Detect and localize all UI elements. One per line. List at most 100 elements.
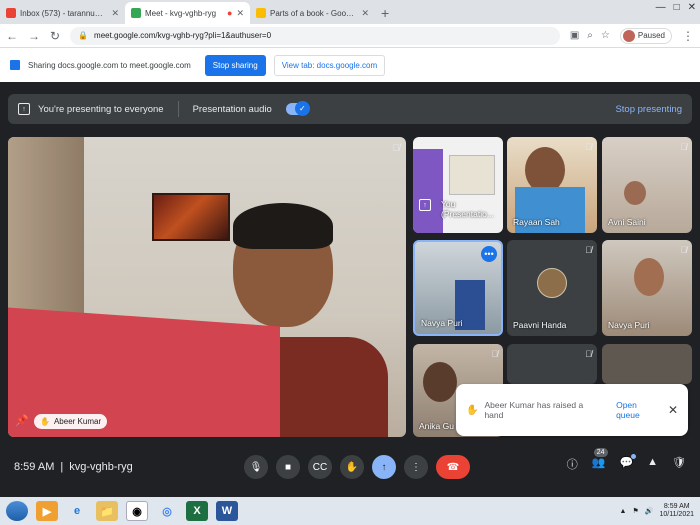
people-icon: 👥 <box>591 457 606 469</box>
presentation-audio-label: Presentation audio <box>192 103 272 115</box>
tray-arrow-icon[interactable]: ▲ <box>620 508 627 515</box>
tab-slides[interactable]: Parts of a book - Google Slid ✕ <box>250 2 375 24</box>
zoom-icon[interactable]: ⌕ <box>587 30 593 41</box>
minimize-icon[interactable]: — <box>656 2 666 13</box>
stop-sharing-button[interactable]: Stop sharing <box>204 54 266 76</box>
chrome-icon[interactable]: ◉ <box>126 501 148 521</box>
mic-off-icon: 🎙̸ <box>680 142 687 152</box>
new-tab-icon[interactable]: + <box>381 5 389 21</box>
browser-tab-strip: Inbox (573) - tarannum@theindi ✕ Meet - … <box>0 0 700 24</box>
present-icon: ↑ <box>18 103 30 115</box>
excel-icon[interactable]: X <box>186 501 208 521</box>
video-tile[interactable]: 🎙̸ <box>507 344 597 384</box>
side-panel-controls: ⓘ 24 👥 💬 ▲ 🛡 <box>567 448 686 472</box>
video-tile[interactable]: 🎙̸ Navya Puri <box>602 240 692 336</box>
microphone-icon[interactable]: 🎙 <box>244 455 268 479</box>
tile-name: Navya Puri <box>421 318 463 328</box>
meet-icon <box>131 8 141 18</box>
raised-hand-notification: ✋ Abeer Kumar has raised a hand Open que… <box>456 384 688 436</box>
meeting-details-icon[interactable]: ⓘ <box>567 456 578 472</box>
captions-icon[interactable]: CC <box>308 455 332 479</box>
close-tab-icon[interactable]: ✕ <box>111 8 119 19</box>
tile-name: Anika Gu <box>419 421 454 431</box>
url-text: meet.google.com/kvg-vghb-ryg?pli=1&authu… <box>94 31 272 40</box>
omnibox[interactable]: 🔒 meet.google.com/kvg-vghb-ryg?pli=1&aut… <box>70 26 560 45</box>
camera-icon[interactable]: ▣ <box>570 30 579 41</box>
file-explorer-icon[interactable]: 📁 <box>96 501 118 521</box>
video-tile[interactable]: 🎙̸ Avni Saini <box>602 137 692 233</box>
tab-title: Parts of a book - Google Slid <box>270 8 357 18</box>
mic-off-icon: 🎙̸ <box>392 143 401 154</box>
meeting-time: 8:59 AM <box>14 461 55 473</box>
notification-message: Abeer Kumar has raised a hand <box>484 400 584 420</box>
profile-button[interactable]: Paused <box>619 27 672 44</box>
taskbar: ▶ e 📁 ◉ ◎ X W ▲ ⚑ 🔊 8:59 AM 10/11/2021 <box>0 497 700 525</box>
window-controls: — □ ✕ <box>656 2 696 13</box>
word-icon[interactable]: W <box>216 501 238 521</box>
clock-date: 10/11/2021 <box>659 511 694 518</box>
participant-head <box>624 181 646 205</box>
tile-name: Navya Puri <box>608 320 650 330</box>
video-tile[interactable]: 🎙̸ Rayaan Sah <box>507 137 597 233</box>
flag-icon[interactable]: ⚑ <box>632 507 638 515</box>
separator: | <box>60 461 64 473</box>
tab-title: Inbox (573) - tarannum@theindi <box>20 8 107 18</box>
people-count-badge: 24 <box>593 448 608 457</box>
chat-button[interactable]: 💬 <box>619 454 637 472</box>
raised-hand-icon: ✋ <box>466 404 479 416</box>
presenting-message: You're presenting to everyone <box>38 103 164 115</box>
close-icon[interactable]: ✕ <box>668 403 678 417</box>
forward-icon[interactable]: → <box>28 29 40 43</box>
activities-icon[interactable]: ▲ <box>647 456 658 472</box>
volume-icon[interactable]: 🔊 <box>645 507 654 515</box>
avatar <box>622 29 635 42</box>
clock[interactable]: 8:59 AM 10/11/2021 <box>659 503 694 520</box>
reload-icon[interactable]: ↻ <box>50 29 60 43</box>
lock-icon: 🔒 <box>78 31 89 40</box>
maximize-icon[interactable]: □ <box>674 2 680 13</box>
view-tab-button[interactable]: View tab: docs.google.com <box>273 54 386 76</box>
system-tray: ▲ ⚑ 🔊 8:59 AM 10/11/2021 <box>620 503 694 520</box>
avatar <box>537 268 567 298</box>
main-video-tile[interactable]: 🎙̸ 📌 ✋ Abeer Kumar <box>8 137 406 437</box>
sharing-text: Sharing docs.google.com to meet.google.c… <box>28 60 191 70</box>
close-window-icon[interactable]: ✕ <box>688 2 696 13</box>
pin-icon[interactable]: 📌 <box>15 414 29 427</box>
slides-icon <box>256 8 266 18</box>
back-icon[interactable]: ← <box>6 29 18 43</box>
more-options-icon[interactable]: ⋮ <box>404 455 428 479</box>
tile-name: Paavni Handa <box>513 320 567 330</box>
video-tile[interactable] <box>602 344 692 384</box>
tab-meet[interactable]: Meet - kvg-vghb-ryg ● ✕ <box>125 2 250 24</box>
tab-gmail[interactable]: Inbox (573) - tarannum@theindi ✕ <box>0 2 125 24</box>
more-options-icon[interactable]: ••• <box>481 246 497 262</box>
camera-icon[interactable]: ■ <box>276 455 300 479</box>
meeting-controls-bar: 8:59 AM | kvg-vghb-ryg 🎙 ■ CC ✋ ↑ ⋮ ☎ ⓘ … <box>0 442 700 492</box>
presenting-bar: ↑ You're presenting to everyone Presenta… <box>8 94 692 124</box>
media-player-icon[interactable]: ▶ <box>36 501 58 521</box>
avatar-tile[interactable]: 🎙̸ Paavni Handa <box>507 240 597 336</box>
people-button[interactable]: 24 👥 <box>591 448 608 472</box>
menu-icon[interactable]: ⋮ <box>682 29 694 43</box>
chrome-canary-icon[interactable]: ◎ <box>156 501 178 521</box>
star-icon[interactable]: ☆ <box>601 30 610 41</box>
mic-off-icon: 🎙̸ <box>680 245 687 255</box>
recording-dot-icon: ● <box>227 8 233 18</box>
internet-explorer-icon[interactable]: e <box>66 501 88 521</box>
close-tab-icon[interactable]: ✕ <box>236 8 244 19</box>
start-button[interactable] <box>6 501 28 521</box>
video-tile[interactable]: ••• Navya Puri <box>413 240 503 336</box>
present-now-icon[interactable]: ↑ <box>372 455 396 479</box>
mic-off-icon: 🎙̸ <box>585 245 592 255</box>
end-call-icon[interactable]: ☎ <box>436 455 470 479</box>
raise-hand-icon[interactable]: ✋ <box>340 455 364 479</box>
stop-presenting-button[interactable]: Stop presenting <box>615 104 682 115</box>
presentation-tile[interactable]: ↑ You (Presentatio... <box>413 137 503 233</box>
close-tab-icon[interactable]: ✕ <box>361 8 369 19</box>
open-queue-button[interactable]: Open queue <box>616 400 662 420</box>
host-controls-icon[interactable]: 🛡 <box>672 456 686 472</box>
gmail-icon <box>6 8 16 18</box>
profile-status: Paused <box>637 31 665 40</box>
participant-name-chip: ✋ Abeer Kumar <box>34 414 108 429</box>
presentation-audio-toggle[interactable] <box>285 101 310 116</box>
